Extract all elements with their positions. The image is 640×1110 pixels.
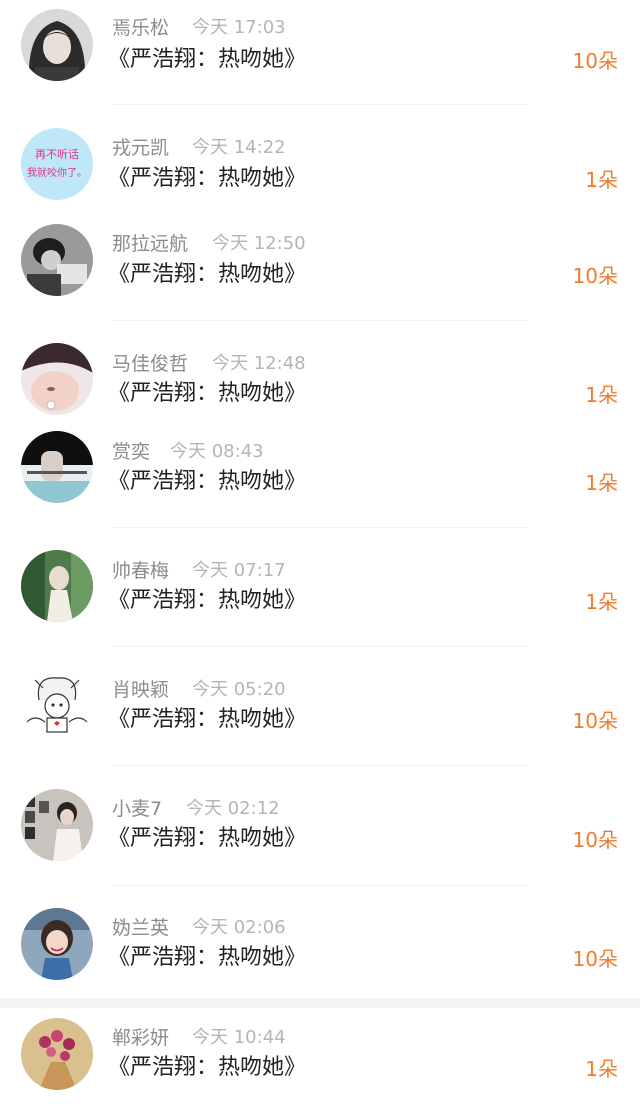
sender-name: 小麦7 <box>112 798 163 820</box>
green-portrait-avatar[interactable] <box>21 550 93 622</box>
gift-title: 《严浩翔：热吻她》 <box>108 262 307 287</box>
send-time: 今天 07:17 <box>192 560 286 581</box>
send-time: 今天 14:22 <box>192 137 286 158</box>
sticker-text-line-2: 我就咬你了。 <box>27 166 87 179</box>
gift-title: 《严浩翔：热吻她》 <box>108 826 307 851</box>
send-time: 今天 10:44 <box>192 1027 286 1048</box>
divider <box>112 765 528 766</box>
hand-text-avatar[interactable] <box>21 431 93 503</box>
send-time: 今天 12:50 <box>212 233 306 254</box>
baby-avatar[interactable] <box>21 343 93 415</box>
sender-name: 帅春梅 <box>112 560 170 582</box>
send-time: 今天 02:12 <box>186 798 280 819</box>
sender-name: 赏奕 <box>112 441 151 463</box>
gift-count: 1朵 <box>585 1057 618 1081</box>
list-item[interactable]: 帅春梅 今天 07:17 《严浩翔：热吻她》 1朵 <box>0 543 640 643</box>
gift-count: 10朵 <box>572 828 618 852</box>
gift-count: 1朵 <box>585 590 618 614</box>
sender-name: 焉乐松 <box>112 17 170 39</box>
divider <box>112 320 528 321</box>
sender-name: 肖映颖 <box>112 679 170 701</box>
cartoon-character-avatar[interactable] <box>21 670 93 742</box>
gift-title: 《严浩翔：热吻她》 <box>108 945 307 970</box>
gift-title: 《严浩翔：热吻她》 <box>108 1055 307 1080</box>
gift-count: 1朵 <box>585 168 618 192</box>
list-item[interactable]: 妫兰英 今天 02:06 《严浩翔：热吻她》 10朵 <box>0 901 640 1001</box>
gift-title: 《严浩翔：热吻她》 <box>108 588 307 613</box>
gift-count: 1朵 <box>585 383 618 407</box>
send-time: 今天 12:48 <box>212 353 306 374</box>
divider <box>112 885 528 886</box>
list-item[interactable]: 小麦7 今天 02:12 《严浩翔：热吻她》 10朵 <box>0 782 640 882</box>
flower-bouquet-avatar[interactable] <box>21 1018 93 1090</box>
divider <box>112 527 528 528</box>
list-item[interactable]: 焉乐松 今天 17:03 《严浩翔：热吻她》 10朵 <box>0 0 640 100</box>
list-item[interactable]: 再不听话 我就咬你了。 戎元凯 今天 14:22 《严浩翔：热吻她》 1朵 <box>0 120 640 220</box>
sender-name: 那拉远航 <box>112 233 189 255</box>
divider <box>112 646 528 647</box>
sender-name: 戎元凯 <box>112 137 170 159</box>
photo-wall-avatar[interactable] <box>21 789 93 861</box>
send-time: 今天 08:43 <box>170 441 264 462</box>
gift-title: 《严浩翔：热吻她》 <box>108 381 307 406</box>
gift-count: 1朵 <box>585 471 618 495</box>
gift-count: 10朵 <box>572 709 618 733</box>
sender-name: 郸彩妍 <box>112 1027 170 1049</box>
send-time: 今天 17:03 <box>192 17 286 38</box>
gift-count: 10朵 <box>572 947 618 971</box>
sticker-text-line-1: 再不听话 <box>35 148 79 161</box>
list-item[interactable]: 赏奕 今天 08:43 《严浩翔：热吻她》 1朵 <box>0 424 640 524</box>
gift-title: 《严浩翔：热吻她》 <box>108 469 307 494</box>
smiling-girl-avatar[interactable] <box>21 908 93 980</box>
send-time: 今天 02:06 <box>192 917 286 938</box>
section-gap <box>0 998 640 1008</box>
gift-title: 《严浩翔：热吻她》 <box>108 166 307 191</box>
gift-record-list: 焉乐松 今天 17:03 《严浩翔：热吻她》 10朵 再不听话 我就咬你了。 戎… <box>0 0 640 1110</box>
list-item[interactable]: 肖映颖 今天 05:20 《严浩翔：热吻她》 10朵 <box>0 662 640 762</box>
list-item[interactable]: 郸彩妍 今天 10:44 《严浩翔：热吻她》 1朵 <box>0 1010 640 1110</box>
divider <box>112 104 528 105</box>
monochrome-boy-avatar[interactable] <box>21 224 93 296</box>
sender-name: 妫兰英 <box>112 917 170 939</box>
send-time: 今天 05:20 <box>192 679 286 700</box>
sender-name: 马佳俊哲 <box>112 353 189 375</box>
gift-count: 10朵 <box>572 264 618 288</box>
gift-title: 《严浩翔：热吻她》 <box>108 47 307 72</box>
text-sticker-avatar[interactable]: 再不听话 我就咬你了。 <box>21 128 93 200</box>
girl-portrait-avatar[interactable] <box>21 9 93 81</box>
gift-count: 10朵 <box>572 49 618 73</box>
gift-title: 《严浩翔：热吻她》 <box>108 707 307 732</box>
list-item[interactable]: 马佳俊哲 今天 12:48 《严浩翔：热吻她》 1朵 <box>0 336 640 436</box>
list-item[interactable]: 那拉远航 今天 12:50 《严浩翔：热吻她》 10朵 <box>0 216 640 316</box>
